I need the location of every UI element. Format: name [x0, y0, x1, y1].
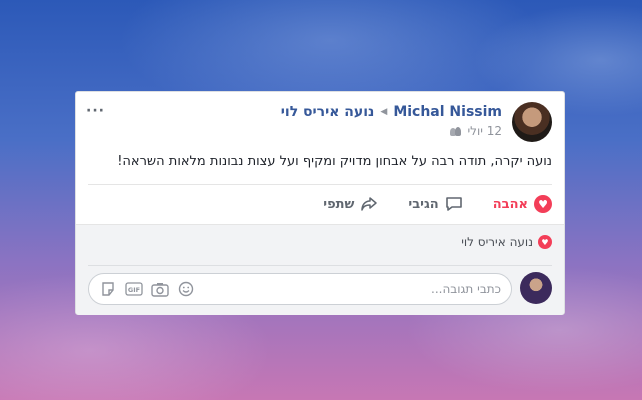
post-text: נועה יקרה, תודה רבה על אבחון מדויק ומקיף… — [117, 154, 552, 169]
heart-reaction-icon: ♥ — [538, 235, 552, 249]
post-card: Michal Nissim ◀ נועה איריס לוי 12 יולי ·… — [75, 91, 565, 315]
reactions-summary[interactable]: ♥ נועה איריס לוי — [461, 235, 552, 249]
friends-icon[interactable] — [449, 126, 462, 136]
comments-section: ♥ נועה איריס לוי כתבי תגובה... GIF — [76, 224, 564, 315]
svg-text:GIF: GIF — [128, 286, 140, 294]
reaction-name: נועה איריס לוי — [461, 235, 533, 249]
emoji-icon[interactable] — [177, 281, 195, 297]
comment-icon — [445, 197, 462, 211]
comment-button[interactable]: הגיבי — [408, 196, 462, 212]
comment-composer: כתבי תגובה... GIF — [88, 265, 552, 305]
share-icon — [361, 197, 378, 211]
love-button[interactable]: ♥ אהבה — [493, 195, 552, 213]
post-header: Michal Nissim ◀ נועה איריס לוי 12 יולי ·… — [86, 102, 552, 146]
camera-icon[interactable] — [151, 281, 169, 297]
comment-tools: GIF — [89, 281, 195, 297]
author-line: Michal Nissim ◀ נועה איריס לוי — [281, 104, 502, 120]
comment-label: הגיבי — [408, 196, 439, 212]
share-label: שתפי — [323, 196, 355, 212]
post-meta: 12 יולי — [449, 124, 502, 138]
love-label: אהבה — [492, 196, 528, 212]
author-name[interactable]: Michal Nissim — [393, 104, 502, 120]
action-bar: ♥ אהבה הגיבי שתפי — [88, 190, 552, 218]
recipient-name[interactable]: נועה איריס לוי — [281, 104, 375, 120]
heart-icon: ♥ — [534, 195, 552, 213]
more-options-icon[interactable]: ··· — [86, 104, 105, 118]
gif-icon[interactable]: GIF — [125, 281, 143, 297]
comment-placeholder: כתבי תגובה... — [431, 282, 501, 296]
sticker-icon[interactable] — [99, 281, 117, 297]
arrow-icon: ◀ — [380, 107, 388, 117]
post-date[interactable]: 12 יולי — [467, 124, 502, 138]
share-button[interactable]: שתפי — [323, 196, 378, 212]
user-avatar — [520, 272, 552, 304]
comment-input[interactable]: כתבי תגובה... GIF — [88, 273, 512, 305]
author-avatar[interactable] — [512, 102, 552, 142]
divider — [88, 184, 552, 185]
